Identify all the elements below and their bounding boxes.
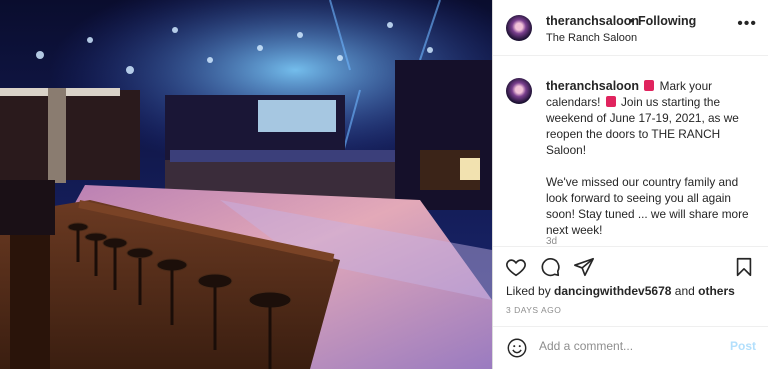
caption-username[interactable]: theranchsaloon xyxy=(546,79,639,93)
post-side-panel: theranchsaloon • Following The Ranch Sal… xyxy=(492,0,768,369)
instagram-post: theranchsaloon • Following The Ranch Sal… xyxy=(0,0,768,369)
separator-dot: • xyxy=(629,14,634,28)
calendar-emoji-icon xyxy=(605,96,616,107)
likes-prefix: Liked by xyxy=(506,284,551,298)
liked-by-user[interactable]: dancingwithdev5678 xyxy=(554,284,671,298)
post-caption: theranchsaloon Mark your calendars! Join… xyxy=(546,78,751,238)
post-photo[interactable] xyxy=(0,0,492,369)
following-button[interactable]: Following xyxy=(638,14,696,28)
saloon-interior-photo xyxy=(0,0,492,369)
divider xyxy=(493,246,768,247)
avatar[interactable] xyxy=(506,15,532,41)
bookmark-icon[interactable] xyxy=(733,256,755,278)
send-icon[interactable] xyxy=(573,256,595,278)
heart-icon[interactable] xyxy=(505,256,527,278)
header-username[interactable]: theranchsaloon xyxy=(546,14,639,28)
comment-icon[interactable] xyxy=(539,256,561,278)
likes-and: and xyxy=(674,284,695,298)
caption-avatar[interactable] xyxy=(506,78,532,104)
post-timestamp[interactable]: 3 DAYS AGO xyxy=(506,305,561,315)
comment-bar: Post xyxy=(493,326,768,369)
likes-others-link[interactable]: others xyxy=(698,284,735,298)
comment-input[interactable] xyxy=(539,339,719,353)
calendar-emoji-icon xyxy=(644,80,655,91)
caption-paragraph-2: We've missed our country family and look… xyxy=(546,175,749,237)
location-link[interactable]: The Ranch Saloon xyxy=(546,32,637,44)
post-header: theranchsaloon • Following The Ranch Sal… xyxy=(493,0,768,56)
post-comment-button[interactable]: Post xyxy=(730,339,756,353)
emoji-smile-icon[interactable] xyxy=(506,337,528,359)
action-bar xyxy=(493,248,768,286)
likes-summary: Liked by dancingwithdev5678 and others xyxy=(506,284,735,298)
more-horizontal-icon[interactable]: ••• xyxy=(737,15,757,33)
